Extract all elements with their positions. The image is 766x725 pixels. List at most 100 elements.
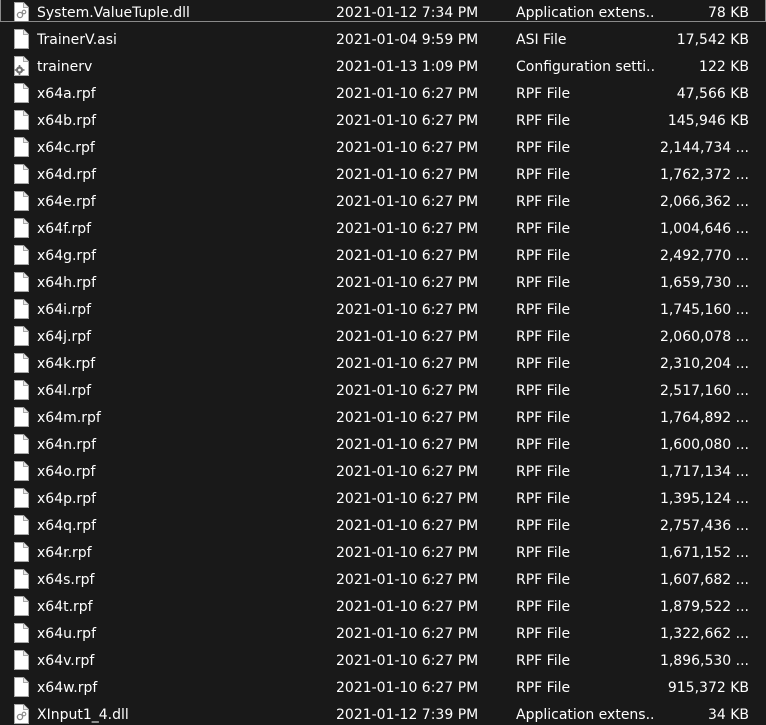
file-row[interactable]: x64h.rpf 2021-01-10 6:27 PM RPF File 1,659,… <box>0 270 766 297</box>
file-type: RPF File <box>516 275 571 291</box>
file-row[interactable]: x64t.rpf 2021-01-10 6:27 PM RPF File 1,879,… <box>0 594 766 621</box>
file-icon <box>13 245 29 265</box>
file-name: x64l.rpf <box>37 383 92 399</box>
file-type: RPF File <box>516 194 571 210</box>
file-row[interactable]: x64i.rpf 2021-01-10 6:27 PM RPF File 1,745,… <box>0 297 766 324</box>
file-name: x64m.rpf <box>37 410 101 426</box>
file-size: 1,745,160 ... <box>659 302 749 318</box>
file-row[interactable]: trainerv 2021-01-13 1:09 PM Configuration … <box>0 54 766 81</box>
file-date-modified: 2021-01-10 6:27 PM <box>336 545 479 561</box>
file-row[interactable]: x64s.rpf 2021-01-10 6:27 PM RPF File 1,607,… <box>0 567 766 594</box>
file-date-modified: 2021-01-10 6:27 PM <box>336 221 479 237</box>
file-row[interactable]: x64b.rpf 2021-01-10 6:27 PM RPF File 145,94… <box>0 108 766 135</box>
file-icon <box>13 380 29 400</box>
file-row[interactable]: XInput1_4.dll 2021-01-12 7:39 PM Applicati… <box>0 702 766 725</box>
file-date-modified: 2021-01-10 6:27 PM <box>336 356 479 372</box>
file-date-modified: 2021-01-10 6:27 PM <box>336 167 479 183</box>
file-icon <box>13 83 29 103</box>
file-row[interactable]: x64j.rpf 2021-01-10 6:27 PM RPF File 2,060,… <box>0 324 766 351</box>
file-icon <box>13 29 29 49</box>
file-size: 1,395,124 ... <box>659 491 749 507</box>
file-row[interactable]: TrainerV.asi 2021-01-04 9:59 PM ASI File 17… <box>0 27 766 54</box>
file-name: x64j.rpf <box>37 329 92 345</box>
file-row[interactable]: x64n.rpf 2021-01-10 6:27 PM RPF File 1,600,… <box>0 432 766 459</box>
file-name: x64u.rpf <box>37 626 96 642</box>
file-size: 2,144,734 ... <box>659 140 749 156</box>
file-row[interactable]: x64g.rpf 2021-01-10 6:27 PM RPF File 2,492,… <box>0 243 766 270</box>
file-list[interactable]: System.ValueTuple.dll 2021-01-12 7:34 PM A… <box>0 0 766 725</box>
file-date-modified: 2021-01-04 9:59 PM <box>336 32 479 48</box>
file-date-modified: 2021-01-10 6:27 PM <box>336 626 479 642</box>
file-date-modified: 2021-01-10 6:27 PM <box>336 572 479 588</box>
file-row[interactable]: x64l.rpf 2021-01-10 6:27 PM RPF File 2,517,… <box>0 378 766 405</box>
file-type: RPF File <box>516 410 571 426</box>
file-icon <box>13 164 29 184</box>
file-icon <box>13 461 29 481</box>
file-type: RPF File <box>516 356 571 372</box>
file-name: x64r.rpf <box>37 545 92 561</box>
file-row[interactable]: x64k.rpf 2021-01-10 6:27 PM RPF File 2,310,… <box>0 351 766 378</box>
file-icon <box>13 191 29 211</box>
file-type: Configuration setti... <box>516 59 654 75</box>
file-icon <box>13 569 29 589</box>
file-name: x64c.rpf <box>37 140 95 156</box>
file-date-modified: 2021-01-12 7:34 PM <box>336 5 479 21</box>
file-date-modified: 2021-01-10 6:27 PM <box>336 113 479 129</box>
file-row[interactable]: x64v.rpf 2021-01-10 6:27 PM RPF File 1,896,… <box>0 648 766 675</box>
file-icon <box>13 272 29 292</box>
file-date-modified: 2021-01-10 6:27 PM <box>336 275 479 291</box>
file-type: RPF File <box>516 626 571 642</box>
file-size: 1,659,730 ... <box>659 275 749 291</box>
file-row[interactable]: x64d.rpf 2021-01-10 6:27 PM RPF File 1,762,… <box>0 162 766 189</box>
file-name: trainerv <box>37 59 93 75</box>
file-date-modified: 2021-01-10 6:27 PM <box>336 410 479 426</box>
file-name: x64v.rpf <box>37 653 95 669</box>
file-icon <box>13 542 29 562</box>
file-row[interactable]: x64q.rpf 2021-01-10 6:27 PM RPF File 2,757,… <box>0 513 766 540</box>
file-type: RPF File <box>516 545 571 561</box>
file-row[interactable]: x64c.rpf 2021-01-10 6:27 PM RPF File 2,144,… <box>0 135 766 162</box>
file-row[interactable]: x64p.rpf 2021-01-10 6:27 PM RPF File 1,395,… <box>0 486 766 513</box>
file-type: RPF File <box>516 437 571 453</box>
file-name: x64b.rpf <box>37 113 97 129</box>
file-size: 2,060,078 ... <box>659 329 749 345</box>
file-name: x64w.rpf <box>37 680 98 696</box>
file-row[interactable]: System.ValueTuple.dll 2021-01-12 7:34 PM A… <box>0 0 766 27</box>
file-size: 915,372 KB <box>667 680 749 696</box>
file-icon <box>13 110 29 130</box>
file-date-modified: 2021-01-10 6:27 PM <box>336 599 479 615</box>
dll-file-icon <box>13 704 29 724</box>
file-row[interactable]: x64f.rpf 2021-01-10 6:27 PM RPF File 1,004,… <box>0 216 766 243</box>
file-row[interactable]: x64u.rpf 2021-01-10 6:27 PM RPF File 1,322,… <box>0 621 766 648</box>
file-row[interactable]: x64o.rpf 2021-01-10 6:27 PM RPF File 1,717,… <box>0 459 766 486</box>
file-size: 78 KB <box>707 5 749 21</box>
file-name: x64s.rpf <box>37 572 95 588</box>
file-name: x64d.rpf <box>37 167 97 183</box>
file-size: 2,517,160 ... <box>659 383 749 399</box>
file-type: RPF File <box>516 248 571 264</box>
file-type: RPF File <box>516 491 571 507</box>
file-row[interactable]: x64r.rpf 2021-01-10 6:27 PM RPF File 1,671,… <box>0 540 766 567</box>
file-name: x64i.rpf <box>37 302 92 318</box>
file-icon <box>13 137 29 157</box>
file-type: RPF File <box>516 680 571 696</box>
file-size: 1,717,134 ... <box>659 464 749 480</box>
file-size: 47,566 KB <box>676 86 749 102</box>
file-size: 2,066,362 ... <box>659 194 749 210</box>
file-date-modified: 2021-01-10 6:27 PM <box>336 194 479 210</box>
file-type: Application extens... <box>516 5 654 21</box>
file-icon <box>13 353 29 373</box>
file-row[interactable]: x64a.rpf 2021-01-10 6:27 PM RPF File 47,566… <box>0 81 766 108</box>
file-type: RPF File <box>516 464 571 480</box>
file-size: 1,004,646 ... <box>659 221 749 237</box>
file-row[interactable]: x64e.rpf 2021-01-10 6:27 PM RPF File 2,066,… <box>0 189 766 216</box>
file-row[interactable]: x64w.rpf 2021-01-10 6:27 PM RPF File 915,37… <box>0 675 766 702</box>
file-row[interactable]: x64m.rpf 2021-01-10 6:27 PM RPF File 1,764,… <box>0 405 766 432</box>
file-name: x64h.rpf <box>37 275 96 291</box>
file-type: RPF File <box>516 221 571 237</box>
file-size: 145,946 KB <box>667 113 749 129</box>
file-size: 122 KB <box>699 59 749 75</box>
file-icon <box>13 677 29 697</box>
file-size: 1,764,892 ... <box>659 410 749 426</box>
dll-file-icon <box>13 2 29 22</box>
